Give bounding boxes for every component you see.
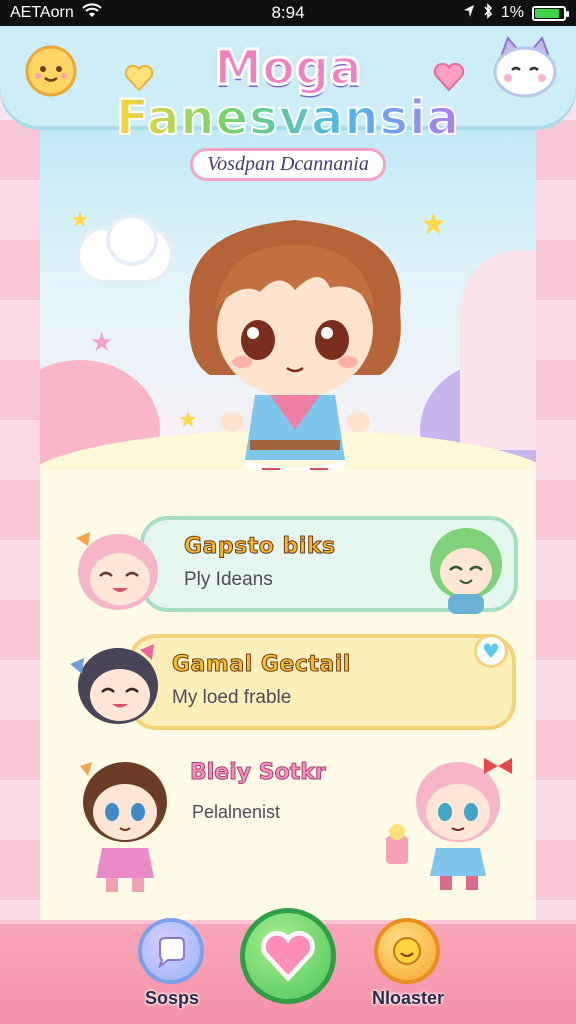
title-line-1: Moga bbox=[213, 39, 364, 98]
status-bar: AETAorn 8:94 1% bbox=[0, 0, 576, 26]
card-subtitle: My loed frable bbox=[172, 687, 292, 708]
card-title: Gamal Gectail bbox=[172, 652, 351, 678]
dark-hair-avatar bbox=[70, 644, 158, 724]
game-title: Moga Fanesvansia Vosdpan Dcannania bbox=[0, 39, 576, 181]
brown-hair-chibi bbox=[80, 762, 167, 892]
favorite-heart-icon[interactable]: ♥ bbox=[474, 634, 508, 668]
cloud-puff bbox=[110, 218, 154, 262]
pink-hair-chibi bbox=[386, 758, 512, 890]
title-line-2: Fanesvansia bbox=[0, 89, 576, 147]
clock: 8:94 bbox=[271, 3, 305, 22]
smile-bubble-icon bbox=[393, 937, 421, 965]
bluetooth-icon bbox=[483, 2, 493, 24]
menu-card-2[interactable]: Gamal Gectail My loed frable bbox=[128, 634, 516, 730]
hero-character[interactable] bbox=[170, 200, 420, 500]
nav-left-button[interactable] bbox=[138, 918, 204, 984]
star-icon: ★ bbox=[70, 208, 90, 233]
right-frame bbox=[536, 120, 576, 920]
title-subtitle: Vosdpan Dcannania bbox=[190, 148, 386, 181]
pink-hair-avatar bbox=[76, 532, 158, 610]
heart-icon bbox=[261, 931, 315, 982]
left-frame bbox=[0, 120, 40, 920]
carrier-label: AETAorn bbox=[10, 4, 74, 21]
nav-right-label[interactable]: Nloaster bbox=[372, 988, 444, 1009]
green-hair-avatar bbox=[430, 528, 502, 614]
menu-item-3-subtitle: Pelalnenist bbox=[192, 802, 281, 822]
battery-icon bbox=[532, 5, 569, 21]
star-icon: ★ bbox=[90, 328, 114, 358]
chat-bubble-icon bbox=[158, 937, 185, 968]
star-icon: ★ bbox=[420, 207, 447, 242]
wifi-icon bbox=[82, 2, 102, 24]
location-icon bbox=[463, 4, 475, 23]
nav-right-button[interactable] bbox=[374, 918, 440, 984]
nav-left-label[interactable]: Sosps bbox=[145, 988, 199, 1009]
battery-percent: 1% bbox=[500, 4, 524, 21]
menu-item-3-title[interactable]: Bleiy Sotkr bbox=[190, 760, 327, 786]
nav-center-button[interactable] bbox=[240, 908, 336, 1004]
tower bbox=[460, 250, 536, 450]
